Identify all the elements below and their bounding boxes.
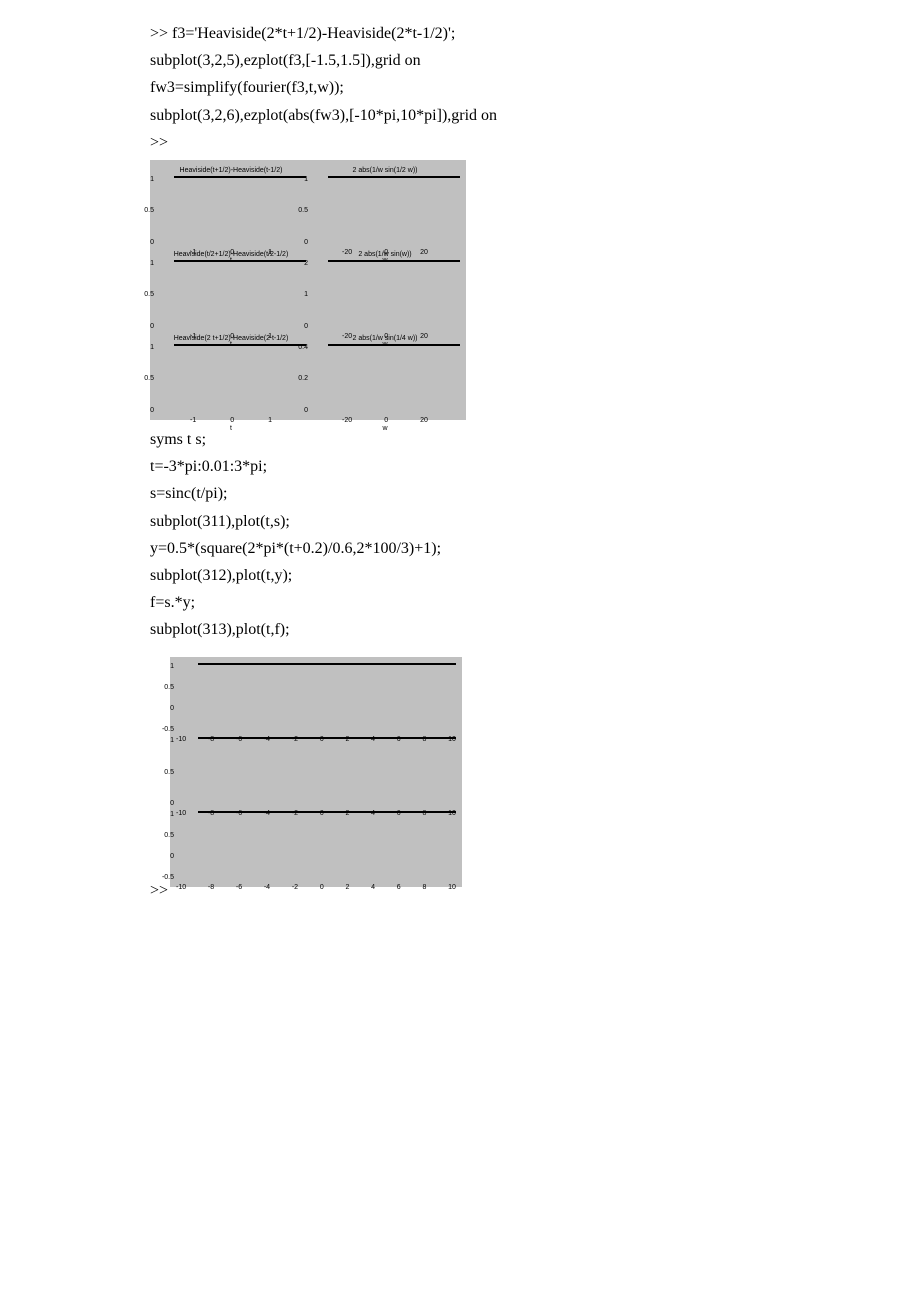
x-ticks: -101	[156, 249, 306, 256]
code-line: subplot(311),plot(t,s);	[150, 508, 770, 535]
y-ticks: 10.50-0.5	[154, 811, 174, 881]
x-ticks: -20020	[310, 249, 460, 256]
code-line: y=0.5*(square(2*pi*(t+0.2)/0.6,2*100/3)+…	[150, 535, 770, 562]
code-line: subplot(312),plot(t,y);	[150, 562, 770, 589]
subplot-1-1: Heaviside(t+1/2)-Heaviside(t-1/2) 10.50 …	[156, 166, 306, 246]
axes	[174, 344, 306, 346]
subplot-1-4: 2 abs(1/w sin(w)) 210 -20020 w	[310, 250, 460, 330]
subplot-title: Heaviside(t+1/2)-Heaviside(t-1/2)	[156, 166, 306, 176]
code-line: t=-3*pi:0.01:3*pi;	[150, 453, 770, 480]
subplot-2-3: 10.50-0.5 -10-8-6-4-20246810	[176, 811, 456, 881]
subplot-1-5: Heaviside(2 t+1/2)-Heaviside(2 t-1/2) 10…	[156, 334, 306, 414]
code-line: s=sinc(t/pi);	[150, 480, 770, 507]
axes	[328, 176, 460, 178]
subplot-1-2: 2 abs(1/w sin(1/2 w)) 10.50 -20020 w	[310, 166, 460, 246]
figure-1: Heaviside(t+1/2)-Heaviside(t-1/2) 10.50 …	[150, 160, 466, 420]
code-line: fw3=simplify(fourier(f3,t,w));	[150, 74, 770, 101]
axes	[328, 260, 460, 262]
x-label: t	[156, 425, 306, 432]
x-ticks: -101	[156, 417, 306, 424]
axes	[174, 176, 306, 178]
subplot-2-1: 10.50-0.5 -10-8-6-4-20246810	[176, 663, 456, 733]
subplot-1-6: 2 abs(1/w sin(1/4 w)) 0.40.20 -20020 w	[310, 334, 460, 414]
x-ticks: -101	[156, 333, 306, 340]
code-line: f=s.*y;	[150, 589, 770, 616]
y-ticks: 10.50-0.5	[154, 663, 174, 733]
y-ticks: 10.50	[154, 737, 174, 807]
y-ticks: 10.50	[138, 260, 154, 330]
code-block-2: syms t s; t=-3*pi:0.01:3*pi; s=sinc(t/pi…	[150, 426, 770, 644]
y-ticks: 210	[292, 260, 308, 330]
code-line: >>	[150, 129, 770, 156]
axes	[198, 663, 456, 665]
axes	[174, 260, 306, 262]
axes	[198, 811, 456, 813]
y-ticks: 10.50	[292, 176, 308, 246]
axes	[328, 344, 460, 346]
document-page: >> f3='Heaviside(2*t+1/2)-Heaviside(2*t-…	[0, 0, 920, 905]
code-line: subplot(313),plot(t,f);	[150, 616, 770, 643]
x-ticks: -20020	[310, 333, 460, 340]
x-ticks: -20020	[310, 417, 460, 424]
x-label: w	[310, 425, 460, 432]
y-ticks: 0.40.20	[292, 344, 308, 414]
subplot-2-2: 10.50 -10-8-6-4-20246810	[176, 737, 456, 807]
code-line: subplot(3,2,5),ezplot(f3,[-1.5,1.5]),gri…	[150, 47, 770, 74]
code-line: >> f3='Heaviside(2*t+1/2)-Heaviside(2*t-…	[150, 20, 770, 47]
figure-2: 10.50-0.5 -10-8-6-4-20246810 10.50	[170, 657, 462, 887]
code-line: subplot(3,2,6),ezplot(abs(fw3),[-10*pi,1…	[150, 102, 770, 129]
y-ticks: 10.50	[138, 176, 154, 246]
subplot-1-3: Heaviside(t/2+1/2)-Heaviside(t/2-1/2) 10…	[156, 250, 306, 330]
subplot-title: 2 abs(1/w sin(1/2 w))	[310, 166, 460, 176]
axes	[198, 737, 456, 739]
x-ticks: -10-8-6-4-20246810	[176, 884, 456, 891]
code-block-1: >> f3='Heaviside(2*t+1/2)-Heaviside(2*t-…	[150, 20, 770, 156]
y-ticks: 10.50	[138, 344, 154, 414]
